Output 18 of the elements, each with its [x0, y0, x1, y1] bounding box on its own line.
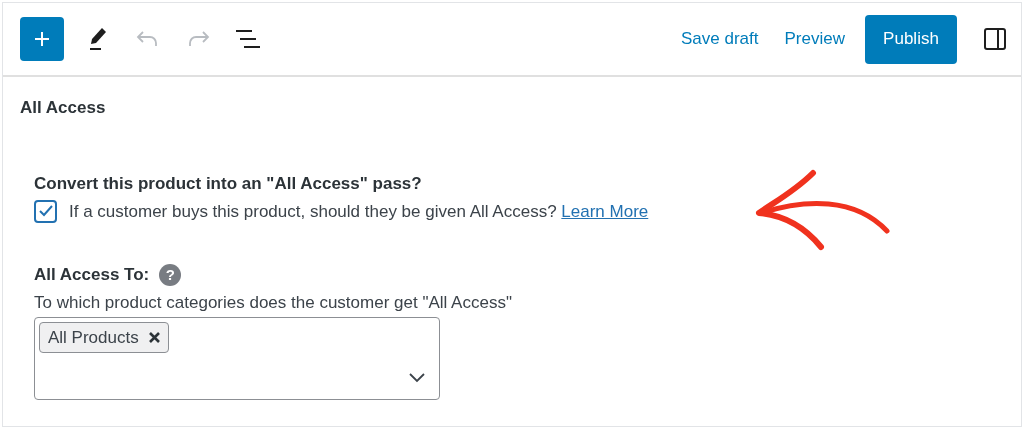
toolbar-link[interactable]: Preview — [771, 17, 858, 61]
chevron-down-icon[interactable] — [409, 373, 425, 383]
category-tag: All Products — [39, 322, 169, 353]
publish-button[interactable]: Publish — [865, 14, 957, 64]
category-select[interactable]: All Products — [34, 317, 440, 400]
learn-more-link[interactable]: Learn More — [561, 201, 649, 221]
add-block-button[interactable] — [20, 17, 64, 61]
help-icon[interactable]: ? — [159, 263, 182, 286]
toolbar-link[interactable]: Save draft — [668, 17, 772, 61]
checkbox-label: If a customer buys this product, should they be given All Access? Learn More — [69, 200, 649, 223]
field-label: All Access To: — [34, 264, 150, 286]
section-heading: Convert this product into an "All Access" pass? — [34, 172, 423, 195]
field-description: To which product categories does the customer get "All Access" — [34, 291, 513, 314]
checkbox[interactable] — [34, 199, 57, 223]
panel-title: All Access — [20, 97, 107, 119]
checkmark-icon — [38, 205, 53, 218]
plus-icon — [32, 29, 52, 49]
remove-icon[interactable] — [148, 332, 160, 343]
